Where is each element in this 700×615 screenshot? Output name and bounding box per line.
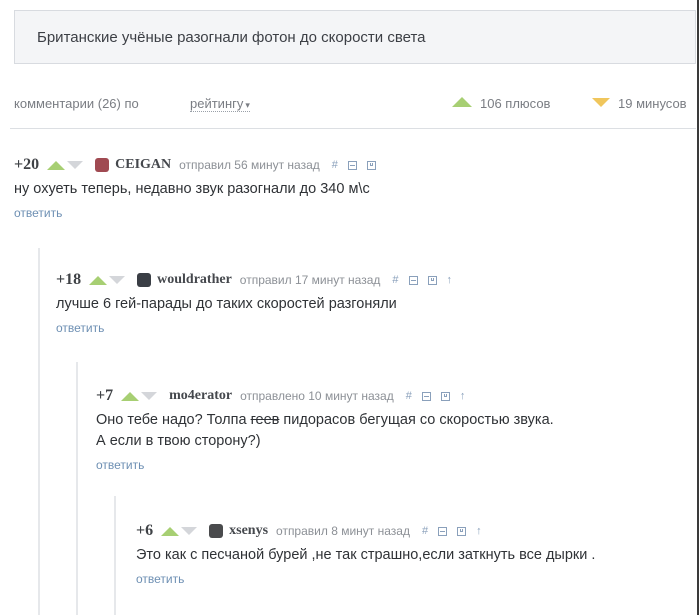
downvote-icon[interactable] (109, 276, 126, 284)
pluses-label: 106 плюсов (480, 96, 551, 111)
comment-author[interactable]: wouldrather (157, 272, 232, 287)
permalink-hash-icon[interactable]: # (406, 390, 412, 402)
comment-timestamp: отправлено 10 минут назад (240, 389, 394, 403)
comment-rating: +6 (136, 522, 154, 539)
comment-author[interactable]: xsenys (229, 523, 268, 538)
permalink-hash-icon[interactable]: # (422, 525, 428, 537)
comment-rating: +18 (56, 271, 82, 288)
comments-count: комментарии (26) по (14, 96, 139, 111)
header-divider (10, 128, 696, 129)
save-icon[interactable] (366, 160, 376, 170)
reply-link[interactable]: ответить (14, 206, 62, 220)
comment-text: Оно тебе надо? Толпа геев пидорасов бегу… (96, 410, 686, 452)
reply-link[interactable]: ответить (96, 458, 144, 472)
comment-timestamp: отправил 8 минут назад (276, 524, 410, 538)
comment-author[interactable]: mo4erator (169, 388, 232, 403)
permalink-hash-icon[interactable]: # (392, 274, 398, 286)
avatar[interactable] (137, 273, 152, 287)
comment-rating: +7 (96, 387, 114, 404)
comment-timestamp: отправил 17 минут назад (239, 273, 381, 287)
comment-meta: +18 wouldrather отправил 17 минут назад # ↑ (56, 271, 686, 291)
parent-arrow-icon[interactable]: ↑ (460, 390, 466, 402)
thread-branch-line (76, 362, 78, 615)
avatar[interactable] (95, 158, 110, 172)
chevron-down-icon: ▾ (245, 100, 250, 110)
thread-branch-line (114, 496, 116, 615)
post-title[interactable]: Британские учёные разогнали фотон до ско… (37, 29, 426, 46)
save-icon[interactable] (427, 275, 437, 285)
minus-triangle-icon (592, 98, 610, 107)
comment-meta: +7 mo4erator отправлено 10 минут назад # ↑ (96, 387, 686, 407)
comment: +6 xsenys отправил 8 минут назад # ↑ Это как… (136, 522, 692, 588)
comment-text: Это как с песчаной бурей ,не так страшно… (136, 547, 596, 563)
comment-text: лучше 6 гей-парады до таких скоростей ра… (56, 296, 397, 312)
sort-label: рейтингу (190, 96, 244, 111)
comment: +7 mo4erator отправлено 10 минут назад # ↑ О… (96, 387, 686, 474)
save-icon[interactable] (457, 526, 467, 536)
minuses-total: 19 минусов (592, 96, 687, 111)
struck-word: геев (250, 412, 280, 428)
reply-link[interactable]: ответить (56, 321, 104, 335)
comment: +20 CEIGAN отправил 56 минут назад # ну оху… (14, 156, 684, 222)
comments-header: комментарии (26) по рейтингу ▾ 106 плюсов… (14, 96, 694, 120)
save-icon[interactable] (440, 391, 450, 401)
minuses-label: 19 минусов (618, 96, 687, 111)
collapse-icon[interactable] (438, 526, 448, 536)
comment-text-part: пидорасов бегущая со скоростью звука. (279, 412, 554, 428)
upvote-icon[interactable] (161, 526, 180, 536)
right-frame-edge (697, 0, 699, 615)
comment-text: ну охуеть теперь, недавно звук разогнали… (14, 181, 370, 197)
comment-meta: +20 CEIGAN отправил 56 минут назад # (14, 156, 684, 176)
upvote-icon[interactable] (47, 160, 66, 170)
downvote-icon[interactable] (67, 161, 84, 169)
collapse-icon[interactable] (421, 391, 431, 401)
downvote-icon[interactable] (141, 392, 158, 400)
parent-arrow-icon[interactable]: ↑ (476, 525, 482, 537)
reply-link[interactable]: ответить (136, 572, 184, 586)
upvote-icon[interactable] (89, 275, 108, 285)
comment-meta: +6 xsenys отправил 8 минут назад # ↑ (136, 522, 692, 542)
plus-triangle-icon (452, 97, 472, 107)
pluses-total: 106 плюсов (452, 96, 550, 111)
permalink-hash-icon[interactable]: # (332, 159, 338, 171)
comment-author[interactable]: CEIGAN (115, 157, 171, 172)
comment-text-part: Оно тебе надо? Толпа (96, 412, 251, 428)
comment-timestamp: отправил 56 минут назад (179, 158, 320, 172)
thread-branch-line (38, 248, 40, 615)
collapse-icon[interactable] (347, 160, 357, 170)
upvote-icon[interactable] (121, 391, 140, 401)
comment: +18 wouldrather отправил 17 минут назад # ↑ … (56, 271, 686, 337)
post-title-box: Британские учёные разогнали фотон до ско… (14, 10, 696, 64)
parent-arrow-icon[interactable]: ↑ (447, 274, 453, 286)
avatar[interactable] (209, 524, 224, 538)
comment-text-line2: А если в твою сторону?) (96, 433, 261, 449)
downvote-icon[interactable] (181, 527, 198, 535)
sort-dropdown[interactable]: рейтингу ▾ (190, 96, 250, 112)
collapse-icon[interactable] (408, 275, 418, 285)
comment-rating: +20 (14, 156, 40, 173)
